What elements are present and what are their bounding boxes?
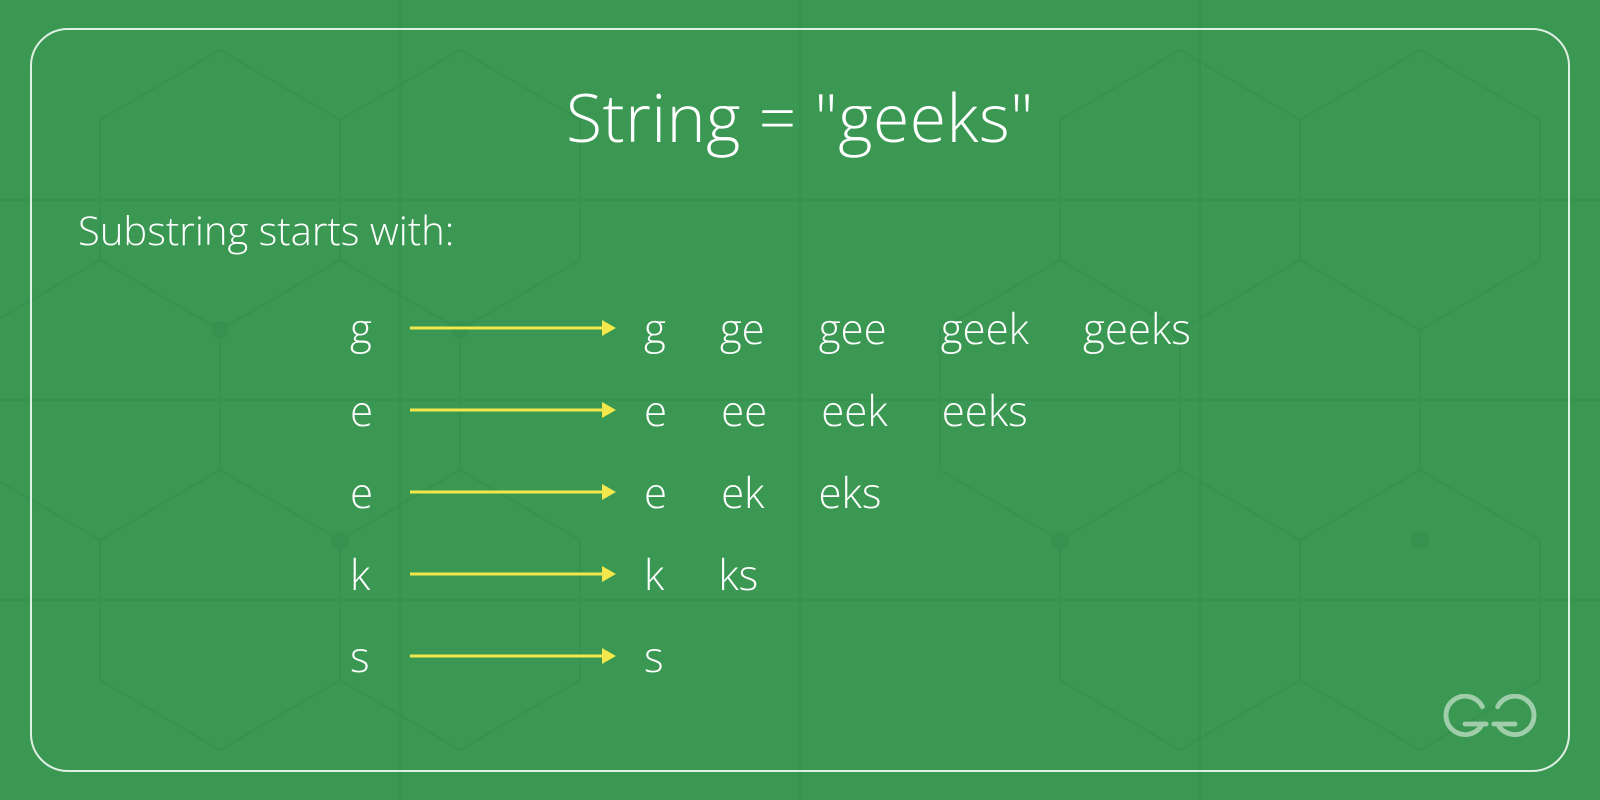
- row-e2: e e ek eks: [350, 451, 1530, 533]
- substring: ek: [721, 464, 764, 521]
- substrings: e ek eks: [644, 464, 881, 521]
- diagram-subtitle: Substring starts with:: [78, 202, 1530, 257]
- arrow-icon: [406, 313, 616, 343]
- substring: gee: [819, 300, 887, 357]
- start-char: g: [350, 300, 406, 357]
- substring: k: [644, 546, 664, 603]
- substring: eeks: [942, 382, 1028, 439]
- arrow-icon: [406, 395, 616, 425]
- start-char: e: [350, 464, 406, 521]
- row-e1: e e ee eek eeks: [350, 369, 1530, 451]
- arrow-icon: [406, 477, 616, 507]
- start-char: k: [350, 546, 406, 603]
- start-char: e: [350, 382, 406, 439]
- substring: e: [644, 464, 667, 521]
- row-k: k k ks: [350, 533, 1530, 615]
- substring: ks: [718, 546, 758, 603]
- substring: e: [644, 382, 667, 439]
- substring: eks: [818, 464, 881, 521]
- arrow-icon: [406, 559, 616, 589]
- row-g: g g ge gee geek geeks: [350, 287, 1530, 369]
- substring: s: [644, 628, 664, 685]
- substrings: g ge gee geek geeks: [644, 300, 1191, 357]
- substrings: k ks: [644, 546, 758, 603]
- gfg-logo-icon: [1442, 694, 1538, 754]
- arrow-icon: [406, 641, 616, 671]
- row-s: s s: [350, 615, 1530, 697]
- substring: ee: [721, 382, 767, 439]
- substring: geek: [941, 300, 1029, 357]
- diagram-content: String = "geeks" Substring starts with: …: [0, 0, 1600, 800]
- substring: g: [644, 300, 666, 357]
- start-char: s: [350, 628, 406, 685]
- substring: ge: [720, 300, 765, 357]
- substring: eek: [821, 382, 887, 439]
- substrings: e ee eek eeks: [644, 382, 1028, 439]
- substring: geeks: [1083, 300, 1191, 357]
- substring-rows: g g ge gee geek geeks e e ee eek eeks: [350, 287, 1530, 697]
- substrings: s: [644, 628, 664, 685]
- diagram-title: String = "geeks": [70, 72, 1530, 162]
